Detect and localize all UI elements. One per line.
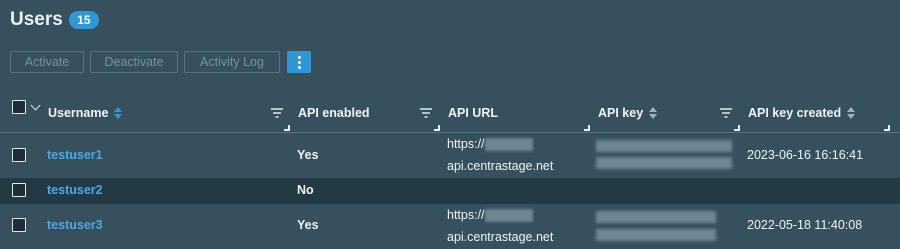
api-url-value: https:// api.centrastage.net bbox=[447, 204, 553, 248]
resize-handle[interactable] bbox=[884, 125, 890, 131]
column-header-api-enabled[interactable]: API enabled bbox=[298, 94, 370, 132]
resize-handle[interactable] bbox=[284, 125, 290, 131]
redacted-api-key bbox=[596, 211, 716, 223]
sort-icon[interactable] bbox=[649, 107, 658, 119]
filter-icon[interactable] bbox=[271, 94, 283, 132]
username-link[interactable]: testuser2 bbox=[47, 183, 103, 197]
redacted-api-key bbox=[596, 157, 732, 169]
column-label: API key bbox=[598, 106, 644, 120]
kebab-icon bbox=[297, 55, 301, 70]
redacted-api-key bbox=[596, 229, 716, 241]
table-row[interactable]: testuser3 Yes https:// api.centrastage.n… bbox=[0, 204, 900, 249]
row-checkbox[interactable] bbox=[12, 183, 26, 197]
column-label: Username bbox=[48, 106, 109, 120]
api-key-created-value: 2022-05-18 11:40:08 bbox=[747, 218, 863, 232]
url-prefix: https:// bbox=[447, 137, 485, 151]
url-prefix: https:// bbox=[447, 208, 485, 222]
column-label: API key created bbox=[748, 106, 842, 120]
column-header-api-url[interactable]: API URL bbox=[448, 94, 498, 132]
sort-icon[interactable] bbox=[847, 107, 856, 119]
api-enabled-value: No bbox=[297, 183, 314, 197]
filter-icon[interactable] bbox=[420, 94, 432, 132]
activate-button[interactable]: Activate bbox=[10, 51, 84, 73]
redacted-api-key bbox=[596, 140, 732, 152]
deactivate-button[interactable]: Deactivate bbox=[90, 51, 178, 73]
redacted-text bbox=[484, 138, 533, 152]
redacted-text bbox=[484, 209, 533, 223]
api-enabled-value: Yes bbox=[297, 148, 319, 162]
username-link[interactable]: testuser3 bbox=[47, 218, 103, 232]
resize-handle[interactable] bbox=[734, 125, 740, 131]
toolbar: Activate Deactivate Activity Log bbox=[10, 51, 311, 73]
column-header-api-key[interactable]: API key bbox=[598, 94, 658, 132]
activity-log-button[interactable]: Activity Log bbox=[184, 51, 280, 73]
api-enabled-value: Yes bbox=[297, 218, 319, 232]
table-row[interactable]: testuser1 Yes https:// api.centrastage.n… bbox=[0, 133, 900, 178]
resize-handle[interactable] bbox=[584, 125, 590, 131]
user-count-badge: 15 bbox=[68, 11, 99, 29]
chevron-down-icon[interactable] bbox=[30, 100, 41, 111]
more-actions-button[interactable] bbox=[287, 51, 311, 73]
row-checkbox[interactable] bbox=[12, 148, 26, 162]
filter-icon[interactable] bbox=[720, 94, 732, 132]
page-header: Users 15 bbox=[10, 8, 99, 32]
column-header-username[interactable]: Username bbox=[48, 94, 123, 132]
url-host: api.centrastage.net bbox=[447, 230, 554, 244]
table-header: Username API enabled API URL API key API… bbox=[0, 94, 900, 133]
page-title: Users bbox=[10, 9, 63, 30]
column-label: API URL bbox=[448, 106, 498, 120]
row-checkbox[interactable] bbox=[12, 218, 26, 232]
username-link[interactable]: testuser1 bbox=[47, 148, 103, 162]
url-host: api.centrastage.net bbox=[447, 159, 554, 173]
resize-handle[interactable] bbox=[434, 125, 440, 131]
sort-icon[interactable] bbox=[114, 107, 123, 119]
column-label: API enabled bbox=[298, 106, 370, 120]
table-row[interactable]: testuser2 No bbox=[0, 178, 900, 204]
api-url-value: https:// api.centrastage.net bbox=[447, 133, 553, 177]
select-all-checkbox[interactable] bbox=[12, 100, 26, 114]
api-key-created-value: 2023-06-16 16:16:41 bbox=[747, 148, 864, 162]
column-header-api-key-created[interactable]: API key created bbox=[748, 94, 856, 132]
